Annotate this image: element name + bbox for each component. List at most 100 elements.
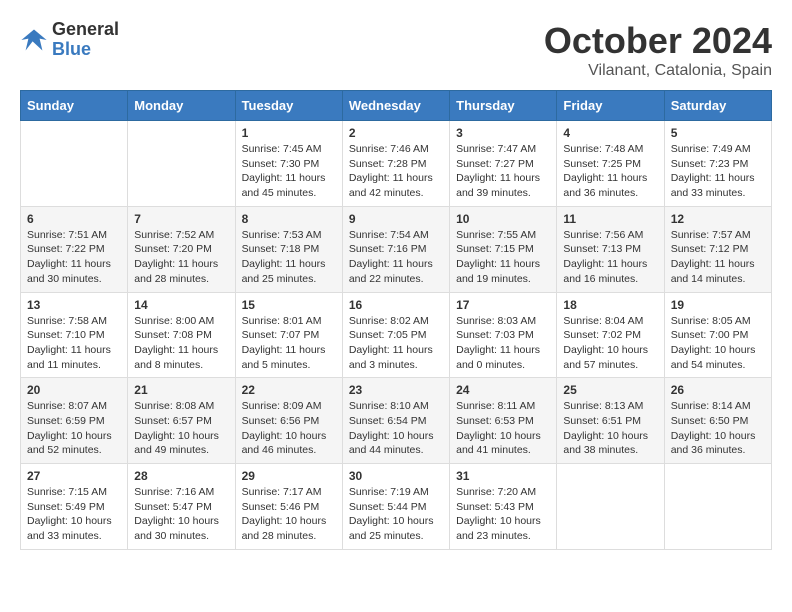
page-header: General Blue October 2024 Vilanant, Cata… [20, 20, 772, 80]
day-info: Sunrise: 7:46 AM Sunset: 7:28 PM Dayligh… [349, 142, 443, 201]
day-number: 8 [242, 212, 336, 226]
calendar-cell: 28 Sunrise: 7:16 AM Sunset: 5:47 PM Dayli… [128, 464, 235, 550]
day-number: 28 [134, 469, 228, 483]
day-info: Sunrise: 7:49 AM Sunset: 7:23 PM Dayligh… [671, 142, 765, 201]
logo-general: General [52, 19, 119, 39]
calendar-cell: 21Sunrise: 8:08 AM Sunset: 6:57 PM Dayli… [128, 378, 235, 464]
day-info: Sunrise: 8:05 AM Sunset: 7:00 PM Dayligh… [671, 314, 765, 373]
calendar-cell: 18Sunrise: 8:04 AM Sunset: 7:02 PM Dayli… [557, 292, 664, 378]
logo: General Blue [20, 20, 119, 60]
calendar-cell: 29Sunrise: 7:17 AM Sunset: 5:46 PM Dayli… [235, 464, 342, 550]
day-number: 13 [27, 298, 121, 312]
calendar-cell [664, 464, 771, 550]
calendar-cell: 3 Sunrise: 7:47 AM Sunset: 7:27 PM Daylig… [450, 121, 557, 207]
weekday-header-tuesday: Tuesday [235, 91, 342, 121]
day-info: Sunrise: 7:52 AM Sunset: 7:20 PM Dayligh… [134, 228, 228, 287]
day-number: 14 [134, 298, 228, 312]
calendar-cell [557, 464, 664, 550]
calendar-cell: 13 Sunrise: 7:58 AM Sunset: 7:10 PM Dayli… [21, 292, 128, 378]
weekday-header-friday: Friday [557, 91, 664, 121]
day-number: 16 [349, 298, 443, 312]
calendar-cell: 23 Sunrise: 8:10 AM Sunset: 6:54 PM Dayli… [342, 378, 449, 464]
weekday-header-saturday: Saturday [664, 91, 771, 121]
day-info: Sunrise: 8:09 AM Sunset: 6:56 PM Dayligh… [242, 399, 336, 458]
calendar-week-row: 27Sunrise: 7:15 AM Sunset: 5:49 PM Dayli… [21, 464, 772, 550]
day-info: Sunrise: 7:48 AM Sunset: 7:25 PM Dayligh… [563, 142, 657, 201]
day-info: Sunrise: 8:10 AM Sunset: 6:54 PM Dayligh… [349, 399, 443, 458]
logo-bird-icon [20, 26, 48, 54]
day-info: Sunrise: 8:02 AM Sunset: 7:05 PM Dayligh… [349, 314, 443, 373]
day-number: 2 [349, 126, 443, 140]
day-info: Sunrise: 8:03 AM Sunset: 7:03 PM Dayligh… [456, 314, 550, 373]
day-number: 24 [456, 383, 550, 397]
calendar-cell: 12 Sunrise: 7:57 AM Sunset: 7:12 PM Dayli… [664, 206, 771, 292]
calendar-cell: 20 Sunrise: 8:07 AM Sunset: 6:59 PM Dayli… [21, 378, 128, 464]
day-info: Sunrise: 7:53 AM Sunset: 7:18 PM Dayligh… [242, 228, 336, 287]
calendar-cell: 22 Sunrise: 8:09 AM Sunset: 6:56 PM Dayli… [235, 378, 342, 464]
day-info: Sunrise: 7:16 AM Sunset: 5:47 PM Dayligh… [134, 485, 228, 544]
day-info: Sunrise: 7:55 AM Sunset: 7:15 PM Dayligh… [456, 228, 550, 287]
day-number: 19 [671, 298, 765, 312]
logo-blue: Blue [52, 39, 91, 59]
location-subtitle: Vilanant, Catalonia, Spain [544, 62, 772, 80]
day-info: Sunrise: 7:47 AM Sunset: 7:27 PM Dayligh… [456, 142, 550, 201]
day-number: 10 [456, 212, 550, 226]
day-number: 15 [242, 298, 336, 312]
day-info: Sunrise: 8:01 AM Sunset: 7:07 PM Dayligh… [242, 314, 336, 373]
day-info: Sunrise: 8:14 AM Sunset: 6:50 PM Dayligh… [671, 399, 765, 458]
day-info: Sunrise: 7:54 AM Sunset: 7:16 PM Dayligh… [349, 228, 443, 287]
day-info: Sunrise: 7:45 AM Sunset: 7:30 PM Dayligh… [242, 142, 336, 201]
day-number: 23 [349, 383, 443, 397]
day-info: Sunrise: 8:11 AM Sunset: 6:53 PM Dayligh… [456, 399, 550, 458]
day-number: 4 [563, 126, 657, 140]
day-info: Sunrise: 8:04 AM Sunset: 7:02 PM Dayligh… [563, 314, 657, 373]
calendar-cell: 19 Sunrise: 8:05 AM Sunset: 7:00 PM Dayli… [664, 292, 771, 378]
calendar-cell: 8 Sunrise: 7:53 AM Sunset: 7:18 PM Daylig… [235, 206, 342, 292]
logo-text: General Blue [52, 20, 119, 60]
day-number: 27 [27, 469, 121, 483]
calendar-cell: 5 Sunrise: 7:49 AM Sunset: 7:23 PM Daylig… [664, 121, 771, 207]
day-info: Sunrise: 7:19 AM Sunset: 5:44 PM Dayligh… [349, 485, 443, 544]
day-number: 9 [349, 212, 443, 226]
calendar-cell: 31Sunrise: 7:20 AM Sunset: 5:43 PM Dayli… [450, 464, 557, 550]
calendar-cell [128, 121, 235, 207]
calendar-cell: 7 Sunrise: 7:52 AM Sunset: 7:20 PM Daylig… [128, 206, 235, 292]
calendar-cell: 24 Sunrise: 8:11 AM Sunset: 6:53 PM Dayli… [450, 378, 557, 464]
calendar-week-row: 1 Sunrise: 7:45 AM Sunset: 7:30 PM Daylig… [21, 121, 772, 207]
day-info: Sunrise: 7:17 AM Sunset: 5:46 PM Dayligh… [242, 485, 336, 544]
calendar-cell: 6Sunrise: 7:51 AM Sunset: 7:22 PM Daylig… [21, 206, 128, 292]
weekday-header-thursday: Thursday [450, 91, 557, 121]
calendar-cell: 10 Sunrise: 7:55 AM Sunset: 7:15 PM Dayli… [450, 206, 557, 292]
day-info: Sunrise: 7:56 AM Sunset: 7:13 PM Dayligh… [563, 228, 657, 287]
weekday-header-sunday: Sunday [21, 91, 128, 121]
day-number: 5 [671, 126, 765, 140]
calendar-cell: 4 Sunrise: 7:48 AM Sunset: 7:25 PM Daylig… [557, 121, 664, 207]
day-number: 7 [134, 212, 228, 226]
day-number: 22 [242, 383, 336, 397]
calendar-cell: 27Sunrise: 7:15 AM Sunset: 5:49 PM Dayli… [21, 464, 128, 550]
calendar-cell: 25Sunrise: 8:13 AM Sunset: 6:51 PM Dayli… [557, 378, 664, 464]
day-number: 11 [563, 212, 657, 226]
day-info: Sunrise: 8:00 AM Sunset: 7:08 PM Dayligh… [134, 314, 228, 373]
calendar-cell: 30Sunrise: 7:19 AM Sunset: 5:44 PM Dayli… [342, 464, 449, 550]
weekday-header-wednesday: Wednesday [342, 91, 449, 121]
day-info: Sunrise: 8:07 AM Sunset: 6:59 PM Dayligh… [27, 399, 121, 458]
day-info: Sunrise: 7:58 AM Sunset: 7:10 PM Dayligh… [27, 314, 121, 373]
day-number: 17 [456, 298, 550, 312]
calendar-cell: 14 Sunrise: 8:00 AM Sunset: 7:08 PM Dayli… [128, 292, 235, 378]
day-number: 25 [563, 383, 657, 397]
calendar-week-row: 6Sunrise: 7:51 AM Sunset: 7:22 PM Daylig… [21, 206, 772, 292]
day-info: Sunrise: 8:08 AM Sunset: 6:57 PM Dayligh… [134, 399, 228, 458]
day-info: Sunrise: 7:51 AM Sunset: 7:22 PM Dayligh… [27, 228, 121, 287]
day-info: Sunrise: 7:57 AM Sunset: 7:12 PM Dayligh… [671, 228, 765, 287]
calendar-cell: 16 Sunrise: 8:02 AM Sunset: 7:05 PM Dayli… [342, 292, 449, 378]
month-title: October 2024 [544, 20, 772, 62]
day-number: 1 [242, 126, 336, 140]
day-number: 12 [671, 212, 765, 226]
day-number: 3 [456, 126, 550, 140]
day-number: 20 [27, 383, 121, 397]
calendar-cell: 2 Sunrise: 7:46 AM Sunset: 7:28 PM Daylig… [342, 121, 449, 207]
calendar-table: SundayMondayTuesdayWednesdayThursdayFrid… [20, 90, 772, 550]
calendar-cell: 1 Sunrise: 7:45 AM Sunset: 7:30 PM Daylig… [235, 121, 342, 207]
calendar-week-row: 20 Sunrise: 8:07 AM Sunset: 6:59 PM Dayli… [21, 378, 772, 464]
